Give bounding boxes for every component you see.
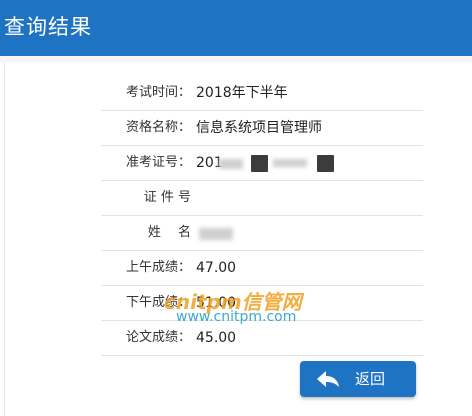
qualification-label: 资格名称： bbox=[125, 120, 191, 135]
watermark-url: www.cnitpm.com bbox=[176, 309, 297, 325]
ticket-number-redaction-1 bbox=[251, 155, 268, 172]
back-button-label: 返回 bbox=[355, 370, 386, 388]
row-ticket-number: 准考证号： 201 bbox=[101, 146, 423, 181]
morning-score-label: 上午成绩： bbox=[125, 260, 191, 275]
ticket-number-blur bbox=[219, 159, 243, 169]
name-label: 姓 名 bbox=[147, 225, 191, 240]
back-arrow-icon bbox=[317, 371, 339, 387]
row-essay-score: 论文成绩： 45.00 bbox=[101, 321, 423, 356]
morning-score-value: 47.00 bbox=[196, 260, 237, 276]
exam-time-value: 2018年下半年 bbox=[196, 85, 288, 101]
row-name: 姓 名 bbox=[101, 216, 423, 251]
title-bar: 查询结果 bbox=[0, 0, 472, 56]
page-title: 查询结果 bbox=[4, 15, 92, 39]
essay-score-label: 论文成绩： bbox=[125, 330, 191, 345]
row-morning-score: 上午成绩： 47.00 bbox=[101, 251, 423, 286]
row-id-number: 证 件 号 bbox=[101, 181, 423, 216]
back-button[interactable]: 返回 bbox=[300, 361, 416, 397]
exam-time-label: 考试时间： bbox=[125, 85, 191, 100]
row-exam-time: 考试时间： 2018年下半年 bbox=[101, 76, 423, 111]
ticket-number-blur-2 bbox=[273, 159, 307, 167]
name-blur bbox=[199, 228, 233, 240]
qualification-value: 信息系统项目管理师 bbox=[196, 120, 322, 136]
id-number-label: 证 件 号 bbox=[143, 190, 191, 205]
essay-score-value: 45.00 bbox=[196, 330, 237, 346]
row-qualification: 资格名称： 信息系统项目管理师 bbox=[101, 111, 423, 146]
ticket-number-label: 准考证号： bbox=[125, 155, 191, 170]
ticket-number-redaction-2 bbox=[317, 155, 334, 172]
